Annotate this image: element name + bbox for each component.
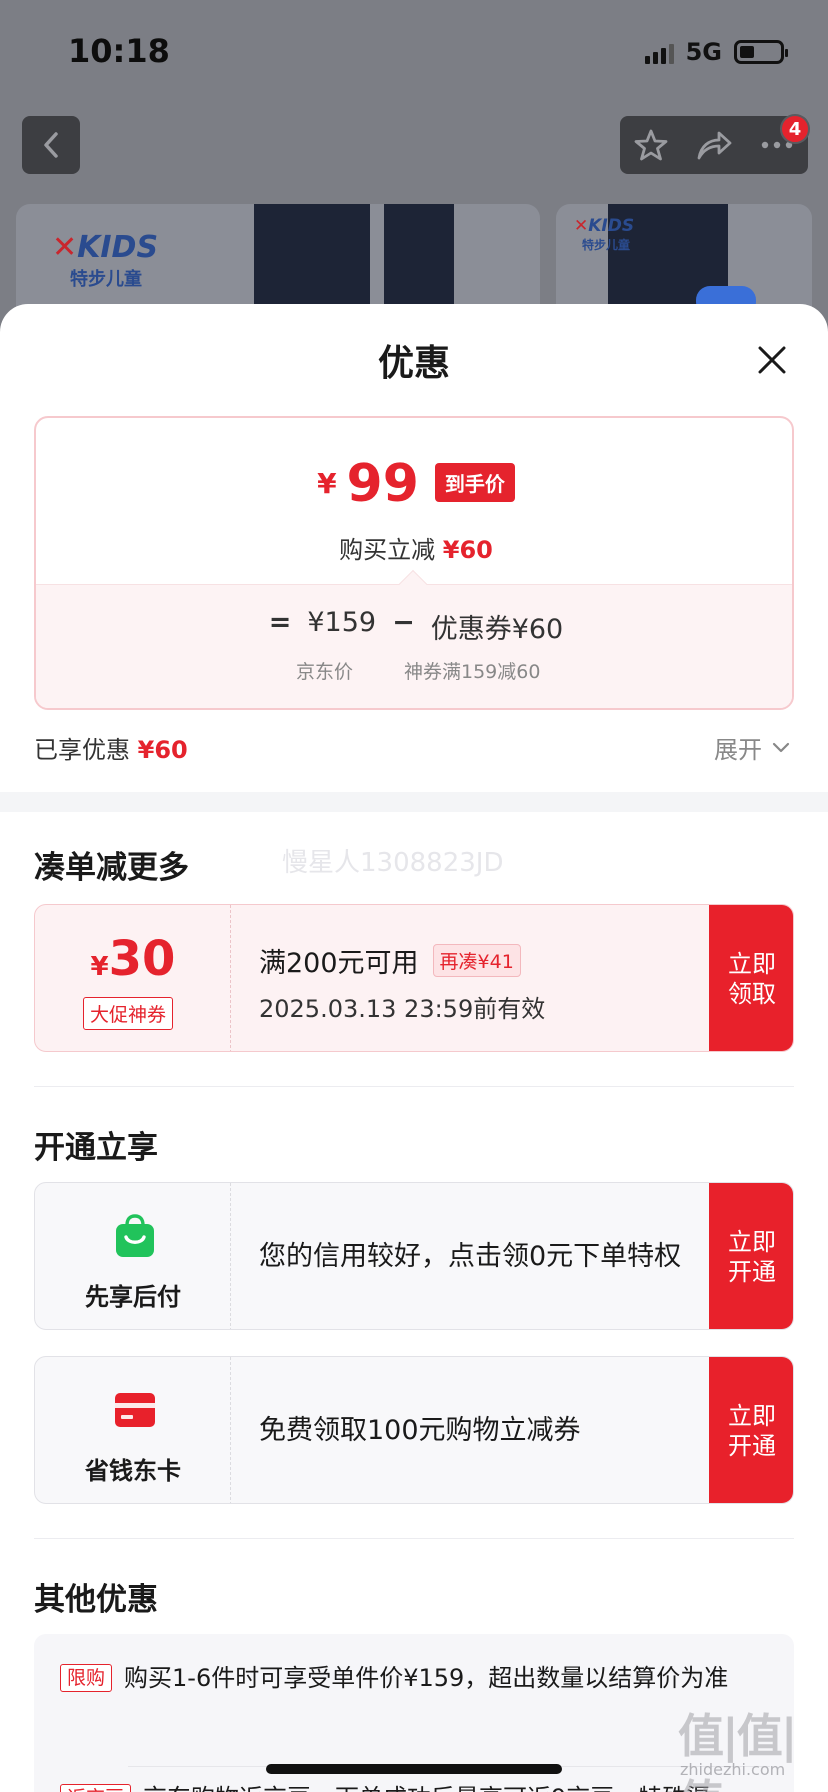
brand-logo: ✕KIDS 特步儿童 — [574, 216, 635, 252]
section-separator — [34, 1538, 794, 1539]
expand-label: 展开 — [714, 736, 762, 764]
coupon-condition: 满200元可用 — [259, 948, 419, 979]
claim-coupon-button[interactable]: 立即领取 — [709, 905, 793, 1051]
coupon-value-panel: ¥30 大促神券 — [35, 905, 231, 1051]
final-price-tag: 到手价 — [434, 463, 515, 502]
coupon-type-badge: 大促神券 — [83, 997, 174, 1030]
network-label: 5G — [685, 38, 722, 66]
chevron-down-icon — [772, 742, 790, 752]
user-watermark: 慢星人1308823JD — [282, 848, 504, 878]
currency-symbol: ¥ — [317, 467, 337, 500]
message-badge: 4 — [780, 114, 810, 144]
enjoyed-discount: 已享优惠 ¥60 — [34, 730, 188, 765]
close-button[interactable] — [752, 340, 792, 380]
coupon-deduction: 优惠券¥60 — [430, 614, 564, 645]
coupon-card: ¥30 大促神券 满200元可用 再凑¥41 2025.03.13 23:59前… — [34, 904, 794, 1052]
claim-coupon-label: 立即领取 — [728, 950, 776, 1008]
battery-icon — [734, 40, 788, 64]
star-icon — [634, 129, 668, 161]
jd-price-label: 京东价 — [296, 661, 354, 683]
discount-tag: 返京豆 — [60, 1784, 132, 1792]
activate-button-label: 立即开通 — [728, 1402, 776, 1460]
status-time: 10:18 — [68, 32, 170, 70]
instant-discount-line: 购买立减 ¥60 — [36, 530, 792, 565]
background-page: 10:18 5G 4 ✕KIDS 特步儿童 ✕KIDS 特步儿童 — [0, 0, 828, 330]
activate-pay-later-button[interactable]: 立即开通 — [709, 1183, 793, 1329]
price-formula: = ¥159 − 优惠券¥60 — [36, 607, 792, 646]
section-divider — [0, 792, 828, 812]
final-price-card: ¥ 99 到手价 购买立减 ¥60 = ¥159 − 优惠券¥60 京东价 神券… — [34, 416, 794, 710]
activate-savings-card-button[interactable]: 立即开通 — [709, 1357, 793, 1503]
shopping-bag-icon — [116, 1214, 154, 1257]
brand-logo-subtitle: 特步儿童 — [582, 238, 631, 252]
coupon-value: 30 — [108, 931, 176, 987]
site-watermark-url: zhidezhi.com — [680, 1760, 786, 1779]
service-label: 省钱东卡 — [85, 1457, 181, 1485]
enjoyed-discount-label: 已享优惠 — [34, 736, 130, 764]
final-price: ¥ 99 到手价 — [36, 454, 792, 514]
price-breakdown: = ¥159 − 优惠券¥60 京东价 神券满159减60 — [36, 584, 792, 708]
close-icon — [758, 346, 786, 374]
favorite-button[interactable] — [626, 120, 676, 170]
discount-sheet: 优惠 ¥ 99 到手价 购买立减 ¥60 = ¥159 − 优惠券¥60 京东价 — [0, 304, 828, 1792]
chevron-left-icon — [44, 132, 58, 158]
status-bar: 10:18 5G — [0, 0, 828, 100]
coupon-condition-line: 满200元可用 再凑¥41 — [259, 941, 521, 980]
jd-price-value: ¥159 — [307, 607, 377, 638]
equals-sign: = — [268, 607, 292, 638]
service-card-pay-later: 先享后付 您的信用较好，点击领0元下单特权 立即开通 — [34, 1182, 794, 1330]
instant-discount-label: 购买立减 — [339, 536, 436, 564]
minus-sign: − — [392, 607, 415, 638]
brand-logo: ✕KIDS 特步儿童 — [52, 230, 159, 290]
coupon-validity: 2025.03.13 23:59前有效 — [259, 995, 546, 1023]
coupon-details: 满200元可用 再凑¥41 2025.03.13 23:59前有效 — [259, 905, 659, 1051]
share-icon — [697, 131, 732, 160]
credit-card-icon — [115, 1393, 155, 1427]
price-summary: ¥ 99 到手价 购买立减 ¥60 — [36, 418, 792, 584]
service-description: 您的信用较好，点击领0元下单特权 — [259, 1241, 682, 1272]
service-icon-panel: 省钱东卡 — [35, 1357, 231, 1503]
discount-tag: 限购 — [60, 1664, 113, 1692]
enjoyed-discount-value: ¥60 — [137, 736, 188, 764]
list-item: 限购 购买1-6件时可享受单件价¥159，超出数量以结算价为准 — [60, 1662, 760, 1694]
service-description: 免费领取100元购物立减券 — [259, 1415, 581, 1446]
service-label: 先享后付 — [85, 1283, 181, 1311]
section-separator — [34, 1086, 794, 1087]
coupon-rule-label: 神券满159减60 — [404, 661, 541, 683]
final-price-value: 99 — [346, 454, 419, 514]
coupon-amount: ¥30 — [35, 931, 231, 987]
activate-button-label: 立即开通 — [728, 1228, 776, 1286]
service-card-savings-card: 省钱东卡 免费领取100元购物立减券 立即开通 — [34, 1356, 794, 1504]
sheet-title: 优惠 — [377, 343, 450, 384]
coupon-currency: ¥ — [90, 952, 109, 982]
discount-text: 购买1-6件时可享受单件价¥159，超出数量以结算价为准 — [124, 1664, 729, 1692]
back-button[interactable] — [22, 116, 80, 174]
service-icon-panel: 先享后付 — [35, 1183, 231, 1329]
section-title-more-savings: 凑单减更多 — [34, 850, 189, 886]
home-indicator — [266, 1764, 562, 1774]
expand-toggle[interactable]: 展开 — [714, 730, 790, 765]
instant-discount-value: ¥60 — [442, 536, 493, 564]
add-more-chip: 再凑¥41 — [432, 944, 521, 977]
brand-logo-subtitle: 特步儿童 — [70, 269, 142, 290]
signal-icon — [644, 40, 674, 64]
status-indicators: 5G — [644, 38, 788, 66]
share-button[interactable] — [689, 120, 739, 170]
section-title-other: 其他优惠 — [34, 1582, 158, 1618]
section-title-activate: 开通立享 — [34, 1130, 158, 1166]
discount-text: 京东购物返京豆，下单成功后最高可返9京豆，特殊渠 — [143, 1782, 710, 1792]
